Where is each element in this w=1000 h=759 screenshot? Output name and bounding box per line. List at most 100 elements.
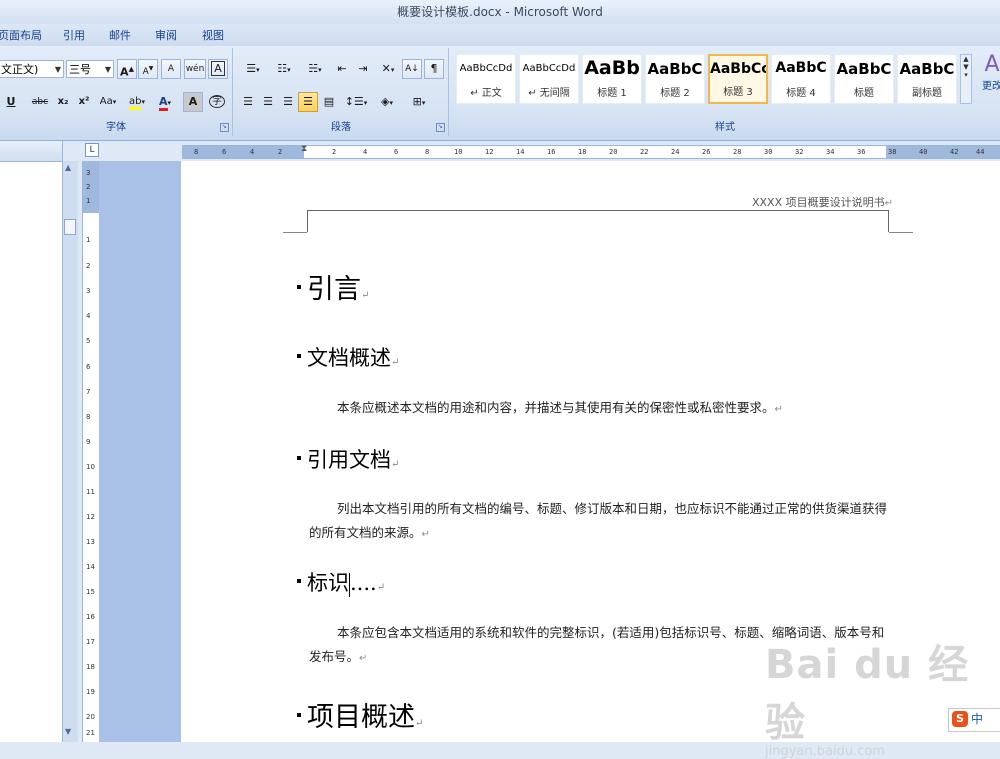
sort-button[interactable]: A↓ — [402, 59, 422, 79]
multilevel-list-button[interactable]: ☵▾ — [300, 59, 330, 79]
heading-project-overview[interactable]: 项目概述↵ — [297, 695, 423, 734]
style-subtitle[interactable]: AaBbC 副标题 — [897, 54, 957, 104]
bullets-button[interactable]: ☰▾ — [238, 59, 268, 79]
tab-selector[interactable]: L — [85, 143, 99, 157]
change-case-button[interactable]: Aa▾ — [95, 92, 121, 112]
ruler-tick: 26 — [702, 148, 711, 156]
tab-references[interactable]: 引用 — [63, 27, 85, 43]
style-heading-3[interactable]: AaBbCc 标题 3 — [708, 54, 768, 104]
char-border-button[interactable]: A — [208, 59, 228, 79]
ruler-tick: 12 — [485, 148, 494, 156]
chevron-up-icon[interactable]: ▲ — [961, 55, 971, 63]
superscript-button[interactable]: x² — [74, 92, 94, 112]
chevron-down-icon[interactable]: ▼ — [105, 61, 111, 79]
line-spacing-icon: ↕☰ — [344, 95, 364, 108]
style-gallery-scroll[interactable]: ▲ ▼ ▾ — [960, 54, 972, 104]
font-name-combo[interactable]: 文正文) ▼ — [0, 60, 64, 78]
paragraph-mark: ↵ — [391, 357, 400, 368]
page-header[interactable]: XXXX 项目概要设计说明书↵ — [752, 194, 893, 210]
heading-doc-overview[interactable]: 文档概述↵ — [297, 342, 399, 372]
underline-button[interactable]: U — [0, 92, 22, 112]
line-spacing-button[interactable]: ↕☰▾ — [342, 92, 370, 112]
tab-review[interactable]: 审阅 — [155, 27, 177, 43]
shrink-font-button[interactable]: A▼ — [138, 59, 158, 79]
tab-view[interactable]: 视图 — [202, 27, 224, 43]
ime-mode[interactable]: 中 — [971, 712, 983, 726]
show-marks-button[interactable]: ¶ — [424, 59, 444, 79]
chinese-layout-button[interactable]: ✕▾ — [376, 59, 400, 79]
paragraph-overview[interactable]: 本条应概述本文档的用途和内容，并描述与其使用有关的保密性或私密性要求。↵ — [309, 396, 891, 422]
chevron-down-icon[interactable]: ▼ — [961, 63, 971, 71]
tab-mailings[interactable]: 邮件 — [109, 27, 131, 43]
subscript-button[interactable]: x₂ — [53, 92, 73, 112]
align-right-button[interactable]: ☰ — [278, 92, 298, 112]
heading-introduction[interactable]: 引言↵ — [297, 267, 369, 306]
highlight-button[interactable]: ab▾ — [123, 92, 151, 112]
pilcrow-icon: ¶ — [430, 62, 438, 75]
styles-group-label: 样式 — [715, 122, 735, 133]
heading-referenced-docs[interactable]: 引用文档↵ — [297, 444, 399, 474]
justify-button[interactable]: ☰ — [298, 92, 318, 112]
style-no-spacing[interactable]: AaBbCcDd ↵ 无间隔 — [519, 54, 579, 104]
ime-toolbar[interactable]: S中 — [948, 708, 1000, 732]
heading-identification[interactable]: 标识....↵ — [297, 567, 385, 597]
watermark-url: jingyan.baidu.com — [765, 744, 885, 759]
navigation-pane-scrollbar[interactable]: ▲ ▼ — [62, 161, 78, 742]
enclosed-char-button[interactable]: 字 — [206, 92, 228, 112]
ruler-tick: 40 — [919, 148, 928, 156]
shading-button[interactable]: ◈▾ — [372, 92, 402, 112]
phonetic-guide-button[interactable]: wén — [184, 59, 206, 79]
ruler-tick: 13 — [86, 538, 95, 546]
paragraph-referenced-docs[interactable]: 列出本文档引用的所有文档的编号、标题、修订版本和日期，也应标识不能通过正常的供货… — [309, 497, 891, 547]
distributed-button[interactable]: ▤ — [319, 92, 339, 112]
chevron-down-icon[interactable]: ▼ — [65, 727, 71, 736]
borders-button[interactable]: ⊞▾ — [404, 92, 434, 112]
font-color-button[interactable]: A▾ — [152, 92, 178, 112]
grow-font-button[interactable]: A▲ — [117, 59, 137, 79]
style-name: 副标题 — [912, 88, 942, 99]
ruler-tick: 8 — [425, 148, 430, 156]
indent-marker-icon[interactable]: ⧗ — [301, 144, 307, 154]
more-styles-icon[interactable]: ▾ — [961, 71, 971, 79]
paragraph-mark: ↵ — [415, 718, 424, 729]
paragraph-group: ☰▾ ☷▾ ☵▾ ⇤ ⇥ ✕▾ A↓ ¶ ☰ ☰ ☰ ☰ ▤ ↕☰▾ ◈▾ ⊞▾… — [234, 48, 449, 136]
chevron-up-icon[interactable]: ▲ — [65, 163, 71, 172]
style-normal[interactable]: AaBbCcDd ↵ 正文 — [456, 54, 516, 104]
dialog-launcher-icon[interactable]: ↘ — [436, 123, 445, 132]
heading-bullet — [297, 353, 301, 358]
dialog-launcher-icon[interactable]: ↘ — [220, 123, 229, 132]
decrease-indent-button[interactable]: ⇤ — [332, 59, 352, 79]
style-title[interactable]: AaBbC 标题 — [834, 54, 894, 104]
align-right-icon: ☰ — [283, 95, 293, 108]
superscript-icon: x² — [78, 96, 90, 107]
font-size-combo[interactable]: 三号 ▼ — [66, 60, 114, 78]
clear-format-button[interactable]: A — [161, 59, 181, 79]
change-styles-label: 更改 — [982, 81, 1000, 92]
heading-text: 标识 — [307, 571, 349, 595]
ruler-tick: 42 — [950, 148, 959, 156]
ruler-tick: 2 — [332, 148, 337, 156]
style-heading-2[interactable]: AaBbC 标题 2 — [645, 54, 705, 104]
chevron-down-icon[interactable]: ▼ — [55, 61, 61, 79]
char-shading-button[interactable]: A — [183, 92, 203, 112]
horizontal-ruler: 8 6 4 2 ⧗ 2 4 6 8 10 12 14 16 18 20 22 2… — [104, 141, 1000, 161]
tab-page-layout[interactable]: 页面布局 — [0, 27, 42, 43]
numbering-icon: ☷ — [277, 62, 288, 75]
style-name: 标题 1 — [597, 88, 627, 99]
style-heading-4[interactable]: AaBbC 标题 4 — [771, 54, 831, 104]
scroll-thumb[interactable] — [64, 219, 76, 235]
align-left-button[interactable]: ☰ — [238, 92, 258, 112]
paragraph-mark: ↵ — [391, 459, 400, 470]
change-styles-button[interactable]: A 更改 — [980, 52, 1000, 92]
font-color-icon: A — [158, 95, 168, 111]
ruler-tick: 9 — [86, 438, 91, 446]
paragraph-mark: ↵ — [376, 582, 386, 593]
style-heading-1[interactable]: AaBb 标题 1 — [582, 54, 642, 104]
ruler-tick: 22 — [640, 148, 649, 156]
strikethrough-icon: abc — [31, 97, 49, 107]
ruler-left-margin — [182, 146, 304, 158]
strikethrough-button[interactable]: abc — [28, 92, 52, 112]
align-center-button[interactable]: ☰ — [258, 92, 278, 112]
numbering-button[interactable]: ☷▾ — [269, 59, 299, 79]
increase-indent-button[interactable]: ⇥ — [353, 59, 373, 79]
